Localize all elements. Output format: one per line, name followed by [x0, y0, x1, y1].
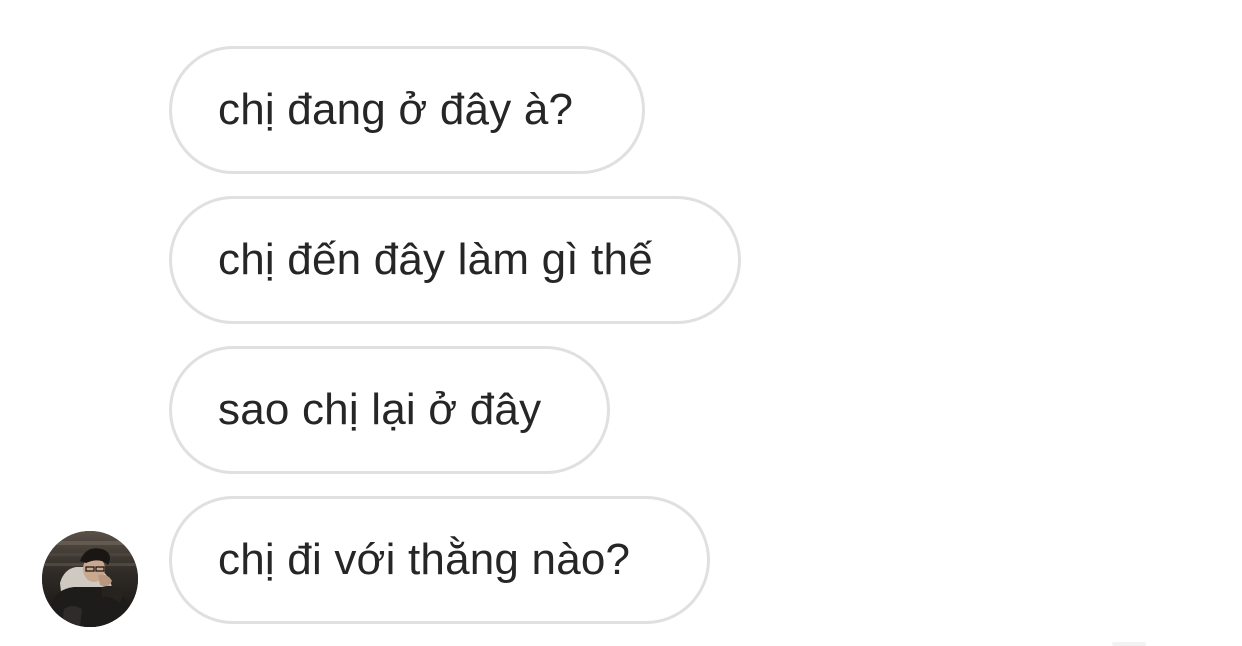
message-text: chị đang ở đây à? — [218, 85, 574, 134]
profile-photo-icon — [42, 531, 138, 627]
message-bubble[interactable]: chị đang ở đây à? — [169, 46, 645, 174]
sender-avatar[interactable] — [42, 531, 138, 627]
message-text: chị đi với thằng nào? — [218, 535, 631, 584]
message-thread: chị đang ở đây à? chị đến đây làm gì thế… — [0, 0, 1242, 646]
scroll-indicator — [1112, 642, 1146, 646]
message-bubble[interactable]: chị đến đây làm gì thế — [169, 196, 741, 324]
message-bubble[interactable]: chị đi với thằng nào? — [169, 496, 710, 624]
message-bubble[interactable]: sao chị lại ở đây — [169, 346, 610, 474]
message-text: chị đến đây làm gì thế — [218, 235, 653, 284]
message-text: sao chị lại ở đây — [218, 385, 542, 434]
